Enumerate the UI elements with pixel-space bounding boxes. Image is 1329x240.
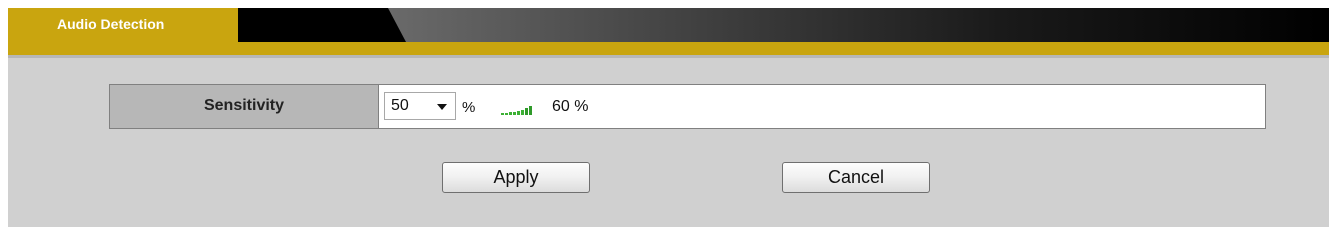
sensitivity-unit: % (462, 99, 476, 116)
header-gradient (388, 8, 1329, 42)
tab-label: Audio Detection (57, 16, 165, 32)
sensitivity-label-cell: Sensitivity (110, 85, 379, 128)
chevron-down-icon (437, 104, 447, 110)
sensitivity-label: Sensitivity (203, 97, 285, 114)
header-divider (8, 55, 1329, 58)
current-level-text: 60 % (552, 98, 589, 115)
header-bar: Audio Detection (8, 8, 1329, 42)
cancel-button[interactable]: Cancel (782, 162, 930, 193)
sensitivity-row: Sensitivity 50 % 60 % (109, 84, 1266, 129)
sensitivity-select[interactable]: 50 (384, 92, 456, 120)
audio-detection-panel: Audio Detection Sensitivity 50 % 60 % Ap… (8, 8, 1329, 227)
tab-audio-detection[interactable]: Audio Detection (8, 8, 238, 42)
signal-level-icon (501, 106, 532, 115)
apply-button[interactable]: Apply (442, 162, 590, 193)
sensitivity-select-value: 50 (391, 97, 409, 114)
header-accent-line (8, 42, 1329, 55)
